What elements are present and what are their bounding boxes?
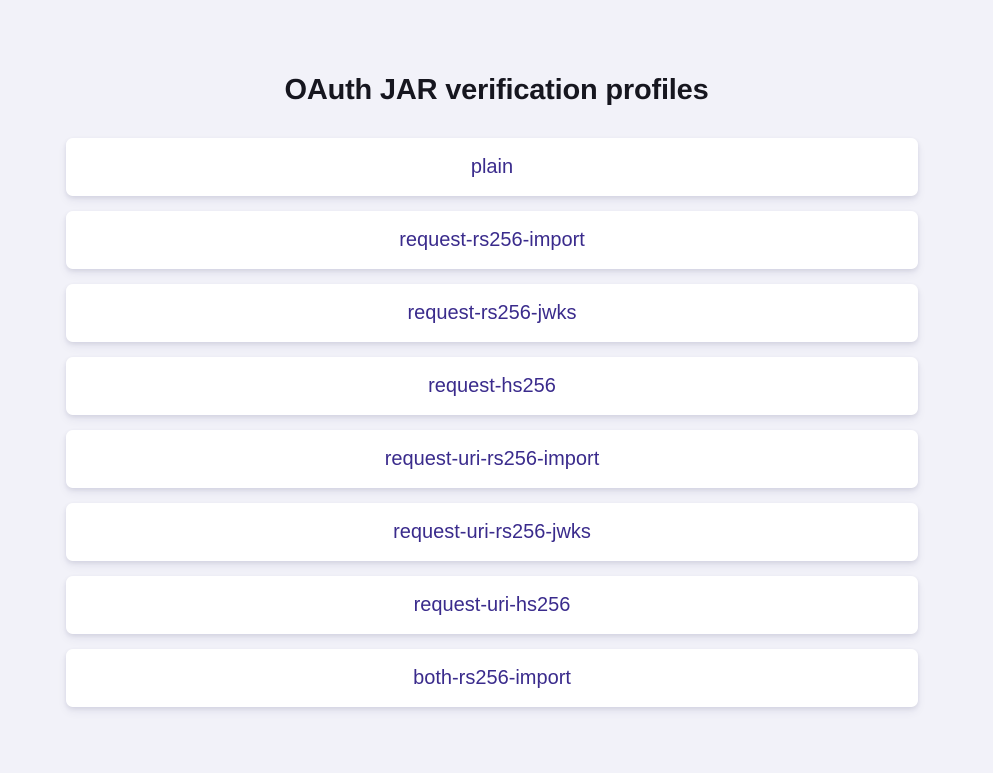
profile-label: request-rs256-jwks [407,302,577,324]
profile-item-request-rs256-import[interactable]: request-rs256-import [66,211,918,269]
profile-item-request-uri-hs256[interactable]: request-uri-hs256 [66,576,918,634]
page-title: OAuth JAR verification profiles [284,74,709,106]
profile-label: request-uri-rs256-jwks [393,521,591,543]
profile-list: plain request-rs256-import request-rs256… [66,138,918,722]
profile-label: request-uri-hs256 [413,594,571,616]
profile-label: request-hs256 [428,375,556,397]
profile-item-request-hs256[interactable]: request-hs256 [66,357,918,415]
profile-item-request-rs256-jwks[interactable]: request-rs256-jwks [66,284,918,342]
profile-item-request-uri-rs256-import[interactable]: request-uri-rs256-import [66,430,918,488]
page: OAuth JAR verification profiles plain re… [0,0,993,773]
profile-label: plain [470,156,514,178]
profile-label: both-rs256-import [413,667,571,689]
profile-label: request-rs256-import [399,229,585,251]
profile-item-request-uri-rs256-jwks[interactable]: request-uri-rs256-jwks [66,503,918,561]
profile-item-both-rs256-import[interactable]: both-rs256-import [66,649,918,707]
profile-label: request-uri-rs256-import [384,448,600,470]
profile-item-plain[interactable]: plain [66,138,918,196]
